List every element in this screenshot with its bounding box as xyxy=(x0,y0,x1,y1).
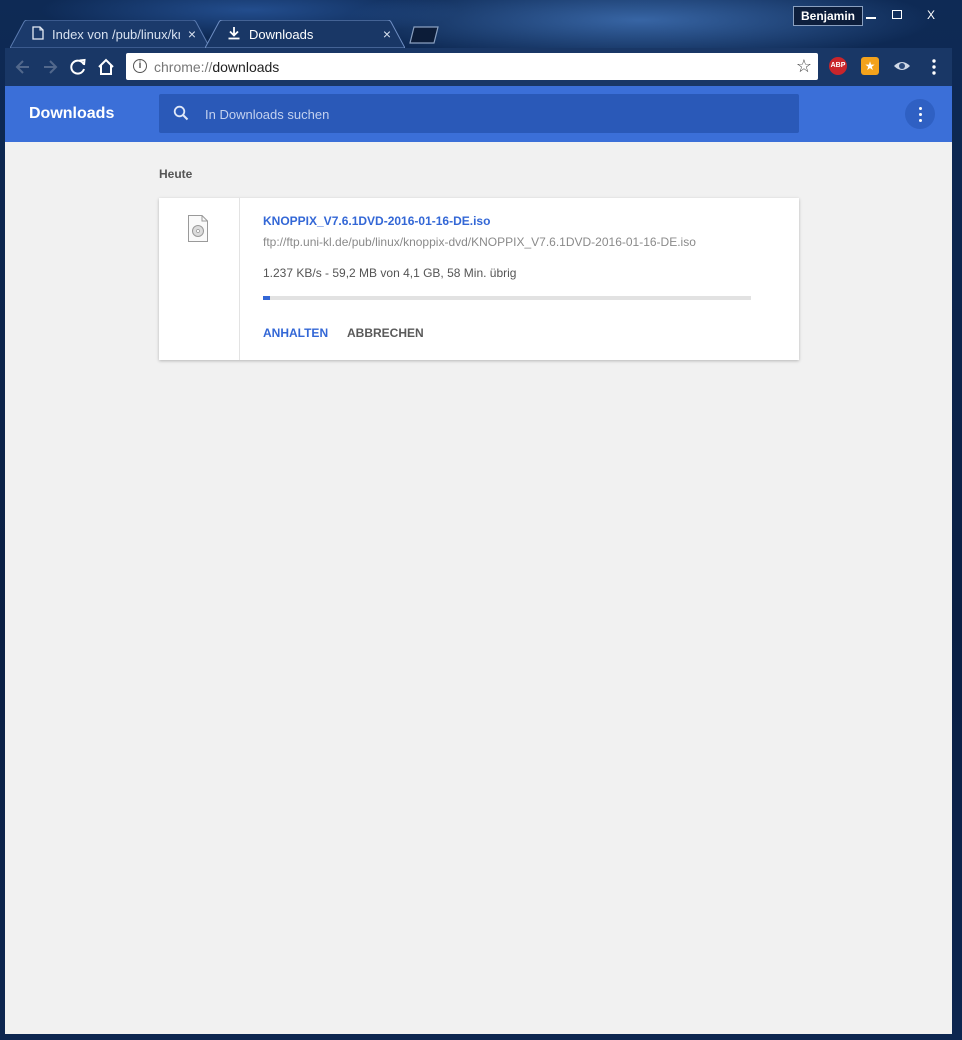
home-icon[interactable] xyxy=(96,57,116,77)
search-box[interactable] xyxy=(159,94,799,135)
bookmark-star-extension-icon[interactable]: ★ xyxy=(861,57,879,75)
more-dot xyxy=(919,113,922,116)
close-window-button[interactable]: X xyxy=(912,6,950,24)
cancel-button[interactable]: ABBRECHEN xyxy=(347,326,424,340)
eye-extension-icon[interactable] xyxy=(893,57,911,75)
bookmark-star-icon[interactable]: ☆ xyxy=(796,56,812,77)
downloads-header: Downloads xyxy=(5,86,952,142)
url-host: downloads xyxy=(212,59,280,75)
adblock-plus-icon[interactable]: ABP xyxy=(829,57,847,75)
more-dot xyxy=(919,107,922,110)
tab-downloads[interactable]: Downloads × xyxy=(205,20,405,48)
minimize-button[interactable] xyxy=(858,6,884,24)
tab-title: Downloads xyxy=(249,26,314,42)
file-icon-column xyxy=(159,198,240,360)
downloads-page: Downloads Heute xyxy=(5,86,952,1034)
download-item-card: KNOPPIX_V7.6.1DVD-2016-01-16-DE.iso ftp:… xyxy=(159,198,799,360)
back-icon[interactable] xyxy=(13,57,33,77)
chrome-menu-icon[interactable] xyxy=(924,57,944,77)
tab-index[interactable]: Index von /pub/linux/knoppix-dvd × xyxy=(10,20,210,48)
page-title: Downloads xyxy=(29,105,115,122)
browser-window: Benjamin X Index von /pub/linux/knoppix-… xyxy=(0,0,962,1040)
new-tab-button[interactable] xyxy=(406,26,442,44)
forward-icon[interactable] xyxy=(40,57,60,77)
toolbar: i chrome://downloads ☆ ABP ★ xyxy=(5,48,952,86)
profile-button[interactable]: Benjamin xyxy=(793,6,864,26)
progress-fill xyxy=(263,296,270,300)
tab-title: Index von /pub/linux/knoppix-dvd xyxy=(52,26,180,42)
download-status: 1.237 KB/s - 59,2 MB von 4,1 GB, 58 Min.… xyxy=(263,266,517,280)
close-tab-icon[interactable]: × xyxy=(383,26,391,42)
maximize-button[interactable] xyxy=(884,6,910,24)
info-icon[interactable]: i xyxy=(133,59,147,73)
more-dot xyxy=(919,119,922,122)
address-bar[interactable]: i chrome://downloads ☆ xyxy=(126,53,818,80)
file-name-link[interactable]: KNOPPIX_V7.6.1DVD-2016-01-16-DE.iso xyxy=(263,214,490,228)
disc-image-file-icon xyxy=(188,215,208,242)
url-text: chrome://downloads xyxy=(154,59,279,75)
reload-icon[interactable] xyxy=(68,57,88,77)
page-icon xyxy=(32,25,44,43)
source-url[interactable]: ftp://ftp.uni-kl.de/pub/linux/knoppix-dv… xyxy=(263,235,696,249)
search-input[interactable] xyxy=(203,94,767,135)
download-icon xyxy=(227,26,241,43)
close-tab-icon[interactable]: × xyxy=(188,26,196,42)
pause-button[interactable]: ANHALTEN xyxy=(263,326,328,340)
url-scheme: chrome:// xyxy=(154,59,213,75)
more-options-button[interactable] xyxy=(905,99,935,129)
date-section-label: Heute xyxy=(159,167,193,181)
search-icon xyxy=(173,105,189,121)
progress-bar xyxy=(263,296,751,300)
